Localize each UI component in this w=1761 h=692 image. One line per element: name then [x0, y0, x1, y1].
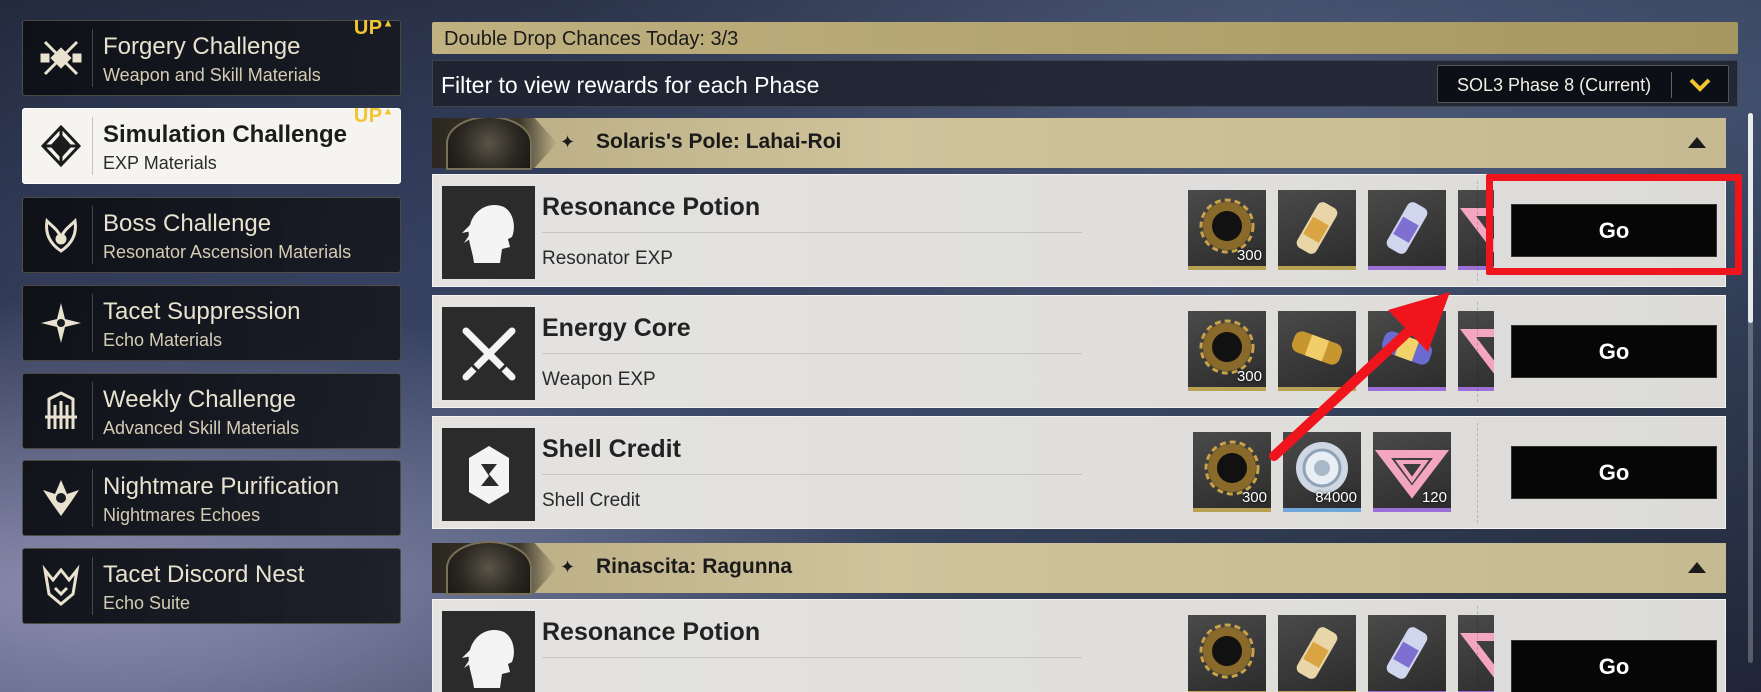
tacet-discord-icon — [29, 557, 93, 615]
tacet-suppression-icon — [29, 294, 93, 352]
dropdown-divider — [1671, 72, 1672, 98]
pink-emblem-item[interactable] — [1458, 615, 1494, 692]
crossed-swords-icon — [442, 307, 535, 400]
simulation-icon — [29, 117, 93, 175]
phase-dropdown[interactable]: SOL3 Phase 8 (Current) — [1437, 65, 1729, 103]
reward-items: 300 — [1188, 190, 1508, 270]
nightmare-icon — [29, 469, 93, 527]
resonator-head-icon — [442, 611, 535, 692]
phase-filter-bar: Filter to view rewards for each Phase SO… — [432, 60, 1738, 107]
row-subtitle: Weapon EXP — [542, 369, 656, 390]
region-emblem-icon — [446, 118, 532, 170]
reward-items — [1188, 615, 1508, 692]
section-title: Solaris's Pole: Lahai-Roi — [596, 130, 842, 153]
row-title: Shell Credit — [542, 435, 681, 463]
row-subtitle: Resonator EXP — [542, 248, 673, 269]
go-button[interactable]: Go — [1511, 446, 1717, 499]
section-header-ragunna[interactable]: ✦ Rinascita: Ragunna — [432, 541, 1726, 595]
reward-row-shell-credit: Shell Credit Shell Credit 300 84000 120 … — [432, 416, 1726, 529]
sidebar-item-forgery-challenge[interactable]: Forgery Challenge Weapon and Skill Mater… — [22, 17, 401, 96]
caret-up-icon[interactable] — [1686, 134, 1708, 150]
boss-icon — [29, 206, 93, 264]
nav-subtitle: Advanced Skill Materials — [103, 418, 300, 438]
medium-potion-item[interactable] — [1368, 190, 1446, 270]
nav-subtitle: EXP Materials — [103, 153, 217, 173]
caret-up-icon[interactable] — [1686, 559, 1708, 575]
row-title: Resonance Potion — [542, 193, 761, 221]
nav-subtitle: Echo Materials — [103, 330, 223, 350]
sidebar-item-simulation-challenge[interactable]: Simulation Challenge EXP Materials UP▲ — [22, 105, 401, 184]
nav-title: Tacet Discord Nest — [103, 561, 305, 588]
sidebar-item-tacet-suppression[interactable]: Tacet Suppression Echo Materials — [22, 285, 401, 361]
nav-title: Forgery Challenge — [103, 33, 301, 60]
phase-dropdown-value: SOL3 Phase 8 (Current) — [1457, 75, 1652, 95]
nav-subtitle: Weapon and Skill Materials — [103, 65, 321, 85]
row-title: Energy Core — [542, 314, 691, 342]
row-subtitle: Shell Credit — [542, 490, 641, 511]
sidebar-item-boss-challenge[interactable]: Boss Challenge Resonator Ascension Mater… — [22, 197, 401, 273]
item-count: 300 — [1236, 247, 1262, 264]
item-count: 300 — [1236, 368, 1262, 385]
reward-row-energy-core: Energy Core Weapon EXP 300 Go — [432, 295, 1726, 408]
section-title: Rinascita: Ragunna — [596, 555, 793, 578]
double-drop-banner: Double Drop Chances Today: 3/3 — [432, 22, 1738, 54]
shell-credit-icon — [442, 428, 535, 521]
scrollbar[interactable] — [1748, 113, 1753, 663]
shell-gear-item[interactable]: 300 — [1188, 190, 1266, 270]
nav-title: Nightmare Purification — [103, 473, 340, 500]
up-badge: UP▲ — [353, 17, 394, 39]
section-header-lahai-roi[interactable]: ✦ Solaris's Pole: Lahai-Roi — [432, 118, 1726, 170]
region-emblem-icon — [446, 541, 532, 595]
go-button[interactable]: Go — [1511, 325, 1717, 378]
nav-title: Simulation Challenge — [103, 121, 348, 148]
medium-potion-item[interactable] — [1368, 615, 1446, 692]
up-badge: UP▲ — [353, 105, 394, 127]
filter-label: Filter to view rewards for each Phase — [441, 72, 820, 98]
basic-potion-item[interactable] — [1278, 615, 1356, 692]
item-count: 300 — [1241, 489, 1267, 506]
nav-title: Weekly Challenge — [103, 386, 296, 413]
sidebar-item-weekly-challenge[interactable]: Weekly Challenge Advanced Skill Material… — [22, 373, 401, 449]
star-icon: ✦ — [560, 557, 576, 577]
scrollbar-thumb[interactable] — [1748, 113, 1753, 323]
shell-gear-item[interactable]: 300 — [1188, 311, 1266, 391]
basic-potion-item[interactable] — [1278, 190, 1356, 270]
nav-subtitle: Resonator Ascension Materials — [103, 242, 352, 262]
item-count: 84000 — [1315, 489, 1357, 506]
sidebar-item-nightmare-purification[interactable]: Nightmare Purification Nightmares Echoes — [22, 460, 401, 536]
resonator-head-icon — [442, 186, 535, 279]
nav-subtitle: Echo Suite — [103, 593, 191, 613]
nav-title: Boss Challenge — [103, 210, 272, 237]
weekly-challenge-icon — [29, 382, 93, 440]
forgery-icon — [29, 29, 93, 87]
go-button[interactable]: Go — [1511, 640, 1717, 692]
chevron-down-icon — [1689, 78, 1711, 92]
shell-gear-item[interactable] — [1188, 615, 1266, 692]
nav-title: Tacet Suppression — [103, 298, 301, 325]
highlight-annotation-box — [1486, 174, 1742, 275]
item-count: 120 — [1421, 489, 1447, 506]
reward-row-resonance-potion-ragunna: Resonance Potion Go — [432, 599, 1726, 692]
star-icon: ✦ — [560, 132, 576, 152]
nav-subtitle: Nightmares Echoes — [103, 505, 261, 525]
row-title: Resonance Potion — [542, 618, 761, 646]
sidebar-item-tacet-discord-nest[interactable]: Tacet Discord Nest Echo Suite — [22, 548, 401, 624]
annotation-arrow-icon — [1269, 292, 1450, 461]
